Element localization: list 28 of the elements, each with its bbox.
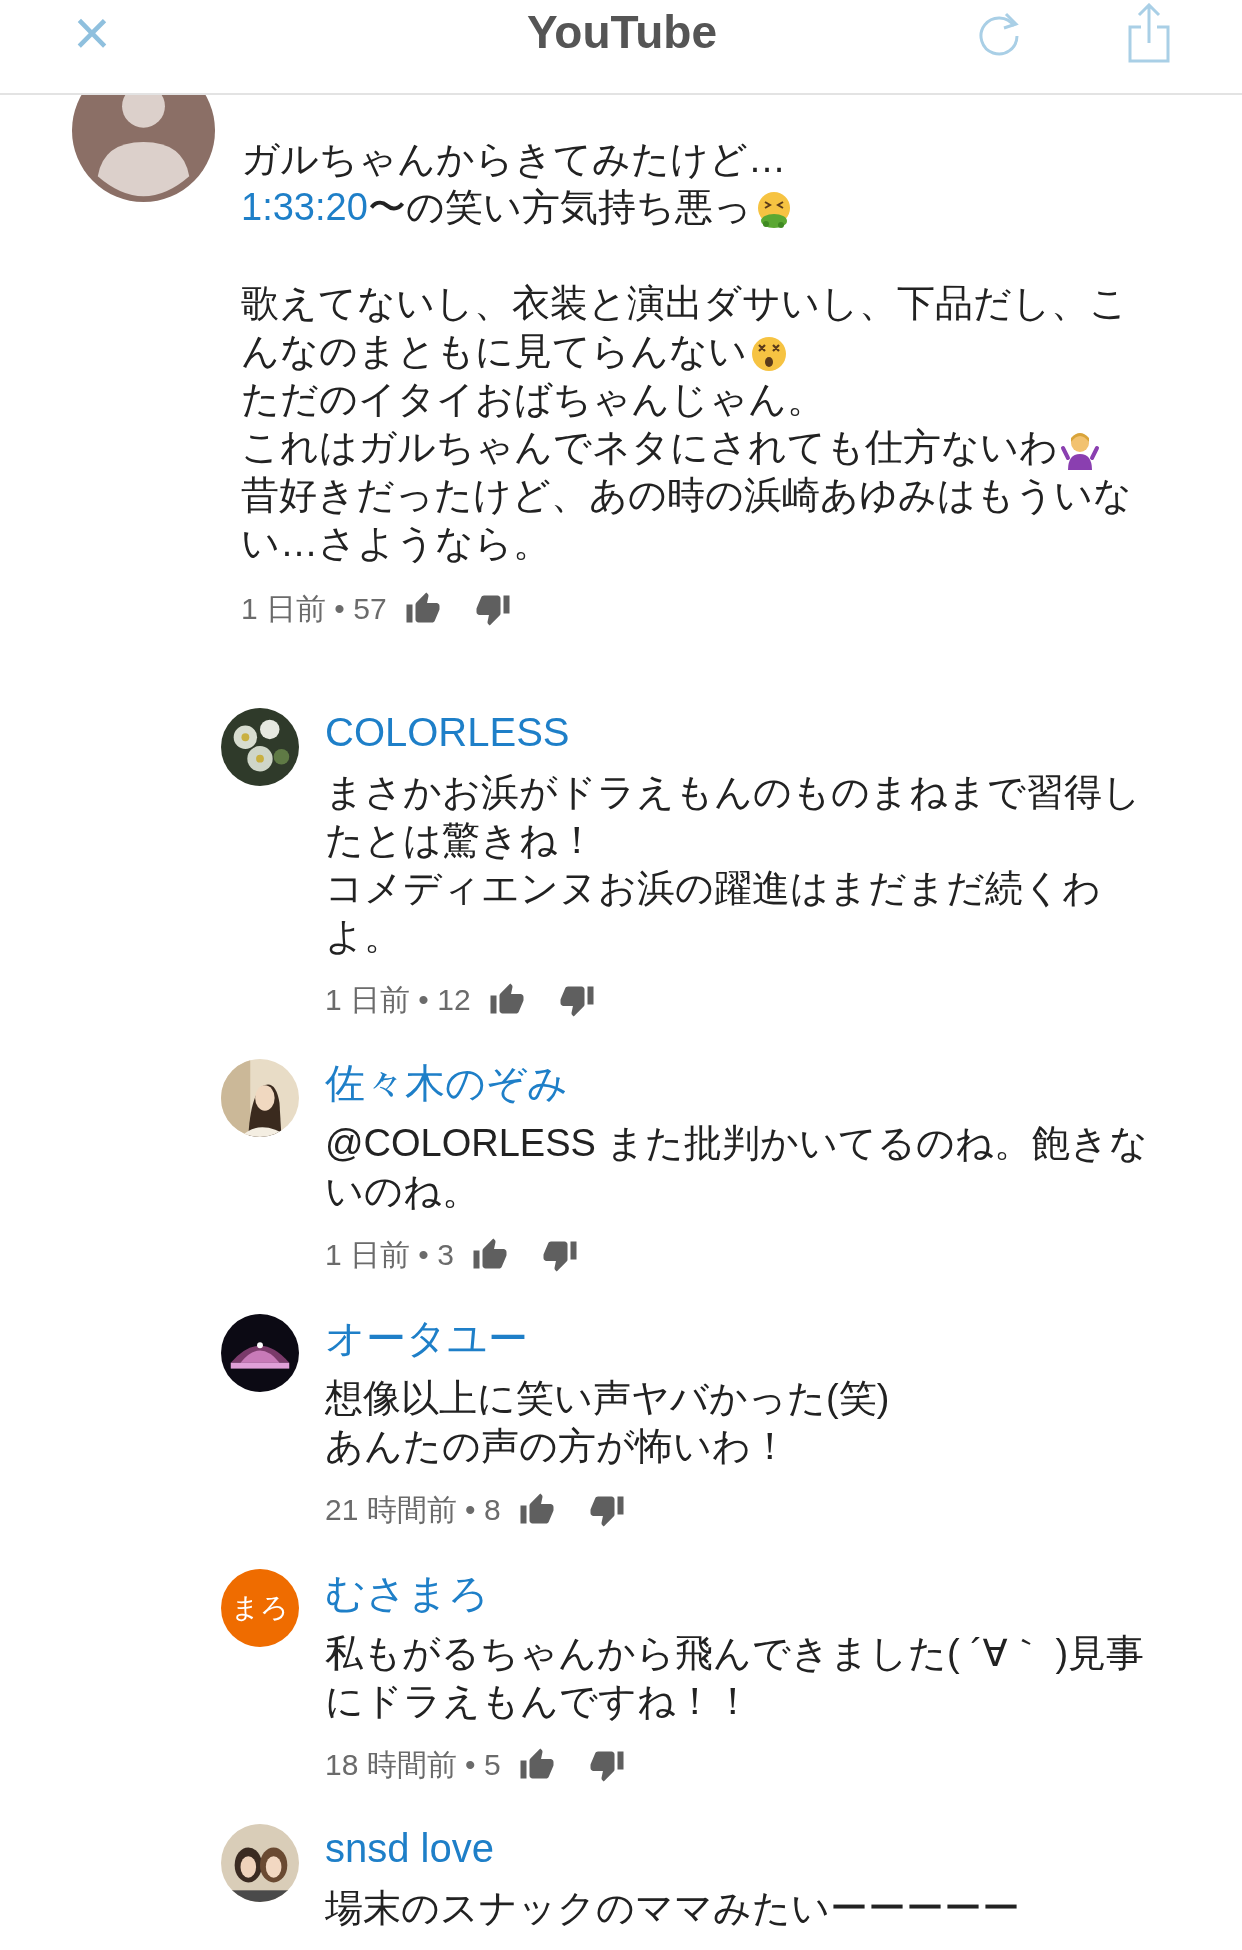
- comment-text: 歌えてないし、衣装と演出ダサいし、下品だし、こ: [241, 282, 1128, 324]
- comment-text: 想像以上に笑い声ヤバかった(笑): [325, 1376, 891, 1421]
- comment-text: ただのイタイおばちゃんじゃん。: [241, 378, 825, 420]
- comment-meta: 1 日前 • 12: [325, 982, 471, 1018]
- comment-text: @COLORLESS また批判かいてるのね。飽きないのね。: [325, 1121, 1150, 1214]
- comment-text: い…さようなら。: [241, 522, 551, 564]
- comment-text: 場末のスナックのママみたいーーーーー: [325, 1886, 1021, 1931]
- comment-text: 私もがるちゃんから飛んできました( ´∀｀ )見事にドラえもんですね！！: [325, 1631, 1146, 1724]
- page-title: YouTube: [526, 5, 718, 60]
- author-name[interactable]: むさまろ: [325, 1569, 1155, 1617]
- comment-text: まさかお浜がドラえもんのものまねまで習得したとは驚きね！: [325, 770, 1142, 863]
- comment-text: あんたの声の方が怖いわ！: [325, 1424, 790, 1469]
- comment-text: コメディエンヌお浜の躍進はまだまだ続くわよ。: [325, 866, 1102, 959]
- author-name[interactable]: オータユー: [325, 1314, 1155, 1362]
- comment-text: これはガルちゃんでネタにされても仕方ないわ: [241, 426, 1058, 468]
- comment-meta: 18 時間前 • 5: [325, 1747, 501, 1783]
- comment-meta: 1 日前 • 3: [325, 1237, 454, 1273]
- comment-text: ガルちゃんからきてみたけど…: [241, 138, 786, 180]
- author-name[interactable]: COLORLESS: [325, 708, 1155, 756]
- comment-meta: 1 日前 • 57: [241, 591, 387, 627]
- author-name[interactable]: snsd love: [325, 1824, 1155, 1872]
- comment-text: 〜の笑い方気持ち悪っ: [367, 186, 752, 228]
- comment-meta: 21 時間前 • 8: [325, 1492, 501, 1528]
- author-name[interactable]: 佐々木のぞみ: [325, 1059, 1155, 1107]
- comment-text: 昔好きだったけど、あの時の浜崎あゆみはもういな: [241, 474, 1132, 516]
- timestamp-link[interactable]: 1:33:20: [241, 186, 368, 228]
- comment-text: んなのまともに見てらんない: [241, 330, 747, 372]
- avatar: まろ: [221, 1569, 299, 1647]
